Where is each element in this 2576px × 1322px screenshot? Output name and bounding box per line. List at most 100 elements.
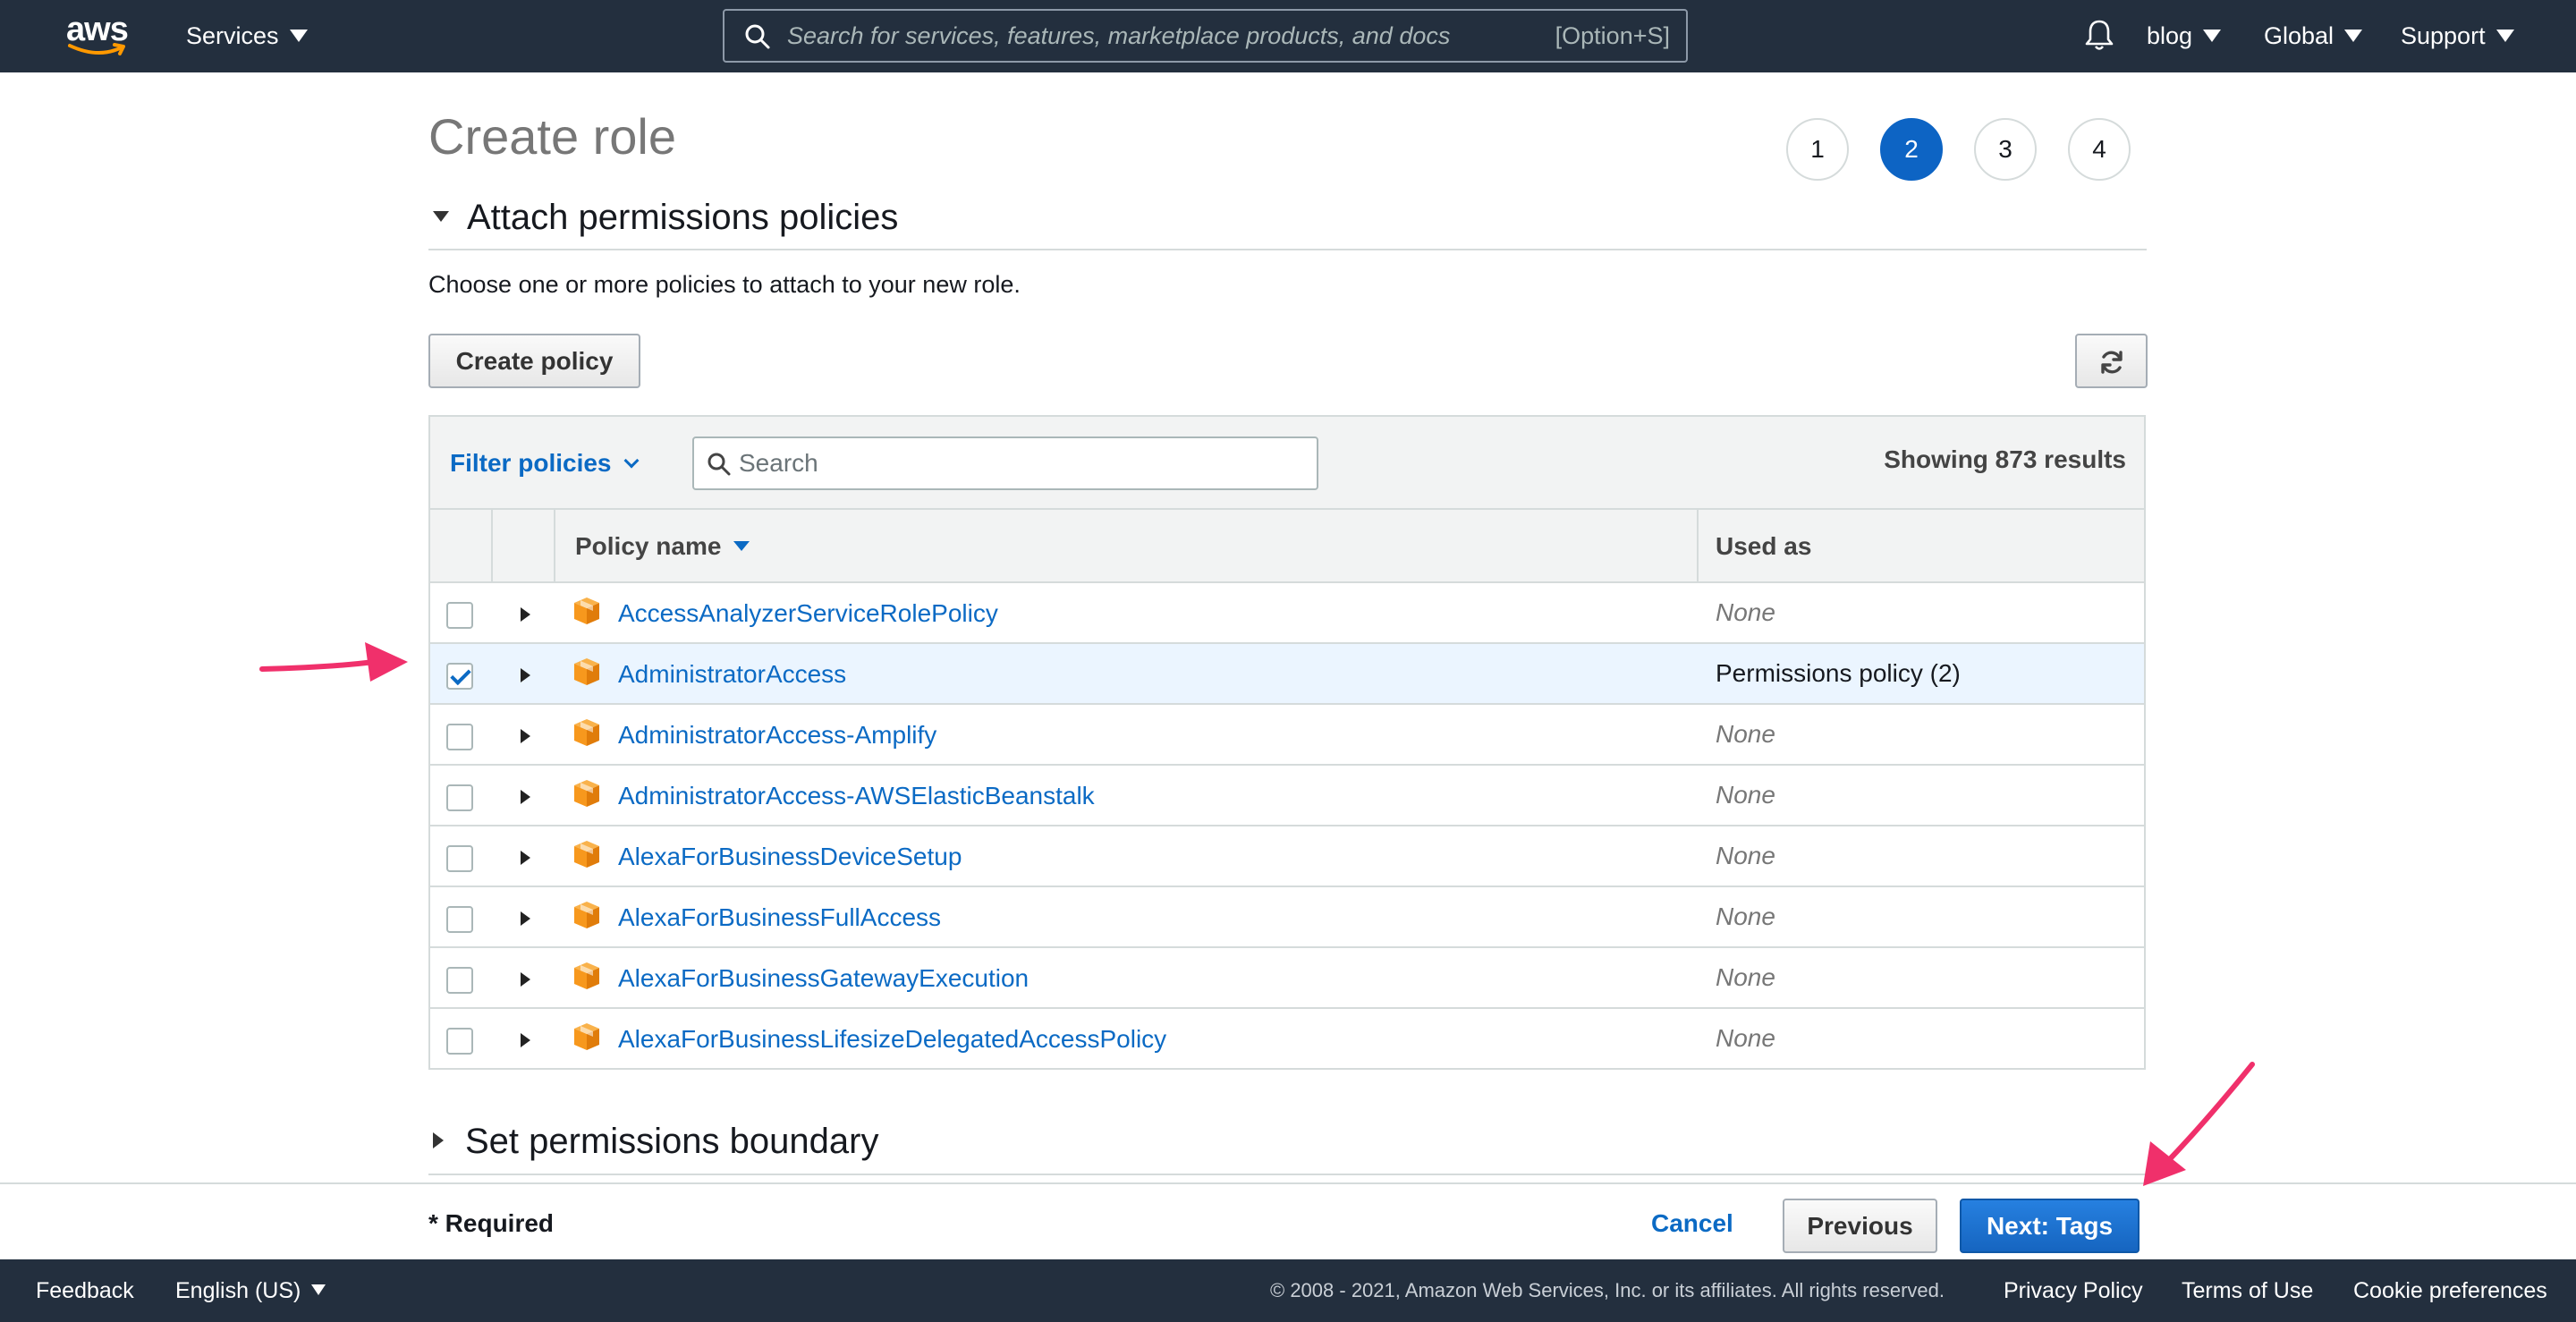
package-icon [574, 658, 599, 685]
column-divider [554, 510, 555, 583]
services-menu[interactable]: Services [186, 0, 308, 72]
support-menu[interactable]: Support [2401, 0, 2514, 72]
policy-name-column-header[interactable]: Policy name [575, 510, 750, 583]
policy-name-link[interactable]: AdministratorAccess-AWSElasticBeanstalk [618, 766, 1095, 826]
global-search-bar[interactable]: Search for services, features, marketpla… [723, 9, 1688, 63]
annotation-arrow-right [2143, 1062, 2255, 1186]
page-title: Create role [428, 108, 677, 165]
region-menu[interactable]: Global [2264, 0, 2363, 72]
used-as-column-header[interactable]: Used as [1716, 510, 1811, 583]
column-divider [491, 510, 493, 583]
wizard-step-3[interactable]: 3 [1974, 118, 2037, 181]
expand-row-icon[interactable] [521, 668, 530, 682]
package-icon [574, 902, 599, 928]
policy-name-link[interactable]: AdministratorAccess-Amplify [618, 705, 936, 766]
package-icon [574, 841, 599, 868]
cookie-preferences-link[interactable]: Cookie preferences [2353, 1259, 2547, 1322]
policy-name-header-label: Policy name [575, 532, 722, 560]
table-row[interactable]: AdministratorAccess-AWSElasticBeanstalk … [430, 766, 2144, 826]
policy-search-box[interactable] [692, 436, 1318, 490]
table-body: AccessAnalyzerServiceRolePolicy None Adm… [430, 583, 2144, 1070]
caret-down-icon [2203, 29, 2222, 42]
filter-policies-dropdown[interactable]: Filter policies [450, 417, 639, 510]
console-footer: Feedback English (US) © 2008 - 2021, Ama… [0, 1259, 2576, 1322]
global-search-placeholder: Search for services, features, marketpla… [787, 22, 1451, 49]
language-selector[interactable]: English (US) [175, 1259, 326, 1322]
refresh-icon [2100, 351, 2123, 374]
attach-policies-description: Choose one or more policies to attach to… [428, 271, 1021, 298]
permissions-boundary-section-toggle[interactable]: Set permissions boundary [433, 1122, 878, 1162]
row-checkbox[interactable] [446, 906, 473, 933]
policy-name-link[interactable]: AccessAnalyzerServiceRolePolicy [618, 583, 998, 644]
used-as-value: None [1716, 598, 1775, 626]
account-label: blog [2147, 22, 2193, 49]
row-checkbox[interactable] [446, 602, 473, 629]
policy-name-link[interactable]: AlexaForBusinessGatewayExecution [618, 948, 1029, 1009]
terms-of-use-link[interactable]: Terms of Use [2182, 1259, 2313, 1322]
account-menu[interactable]: blog [2147, 0, 2222, 72]
policy-name-link[interactable]: AdministratorAccess [618, 644, 846, 705]
package-icon [574, 719, 599, 746]
annotation-arrow-left [259, 642, 408, 682]
wizard-step-1[interactable]: 1 [1786, 118, 1849, 181]
caret-down-icon [289, 29, 308, 42]
package-icon [574, 1023, 599, 1050]
row-checkbox[interactable] [446, 784, 473, 811]
table-row[interactable]: AlexaForBusinessGatewayExecution None [430, 948, 2144, 1009]
expand-row-icon[interactable] [521, 607, 530, 622]
feedback-link[interactable]: Feedback [36, 1259, 134, 1322]
bell-icon[interactable] [2084, 18, 2114, 52]
filter-policies-label: Filter policies [450, 449, 612, 477]
section-divider [428, 1174, 2147, 1175]
wizard-step-4[interactable]: 4 [2068, 118, 2131, 181]
expand-row-icon[interactable] [521, 790, 530, 804]
cancel-link[interactable]: Cancel [1651, 1209, 1733, 1238]
row-checkbox[interactable] [446, 663, 473, 690]
copyright-text: © 2008 - 2021, Amazon Web Services, Inc.… [1270, 1279, 1945, 1301]
expand-row-icon[interactable] [521, 972, 530, 987]
table-row[interactable]: AccessAnalyzerServiceRolePolicy None [430, 583, 2144, 644]
aws-logo[interactable]: aws [66, 13, 129, 59]
attach-policies-heading: Attach permissions policies [467, 198, 899, 237]
used-as-value: None [1716, 1024, 1775, 1052]
search-icon [708, 453, 731, 476]
row-checkbox[interactable] [446, 845, 473, 872]
table-row[interactable]: AlexaForBusinessDeviceSetup None [430, 826, 2144, 887]
caret-down-icon [311, 1284, 326, 1296]
create-policy-button[interactable]: Create policy [428, 334, 640, 388]
used-as-value: None [1716, 842, 1775, 869]
sort-descending-icon [733, 541, 750, 552]
policies-table: Filter policies Showing 873 results Poli… [428, 415, 2146, 1070]
used-as-value: None [1716, 781, 1775, 809]
row-checkbox[interactable] [446, 724, 473, 750]
policy-name-link[interactable]: AlexaForBusinessLifesizeDelegatedAccessP… [618, 1009, 1166, 1070]
policy-name-link[interactable]: AlexaForBusinessFullAccess [618, 887, 941, 948]
expand-row-icon[interactable] [521, 851, 530, 865]
package-icon [574, 780, 599, 807]
table-row[interactable]: AlexaForBusinessFullAccess None [430, 887, 2144, 948]
wizard-step-2[interactable]: 2 [1880, 118, 1943, 181]
expand-row-icon[interactable] [521, 911, 530, 926]
top-navigation-bar: aws Services Search for services, featur… [0, 0, 2576, 72]
expand-row-icon[interactable] [521, 729, 530, 743]
table-row[interactable]: AlexaForBusinessLifesizeDelegatedAccessP… [430, 1009, 2144, 1070]
refresh-button[interactable] [2075, 334, 2148, 388]
attach-policies-section-toggle[interactable]: Attach permissions policies [433, 198, 898, 238]
column-divider [1697, 510, 1699, 583]
previous-button[interactable]: Previous [1783, 1199, 1937, 1253]
services-label: Services [186, 22, 279, 49]
package-icon [574, 962, 599, 989]
expand-row-icon[interactable] [521, 1033, 530, 1047]
table-row[interactable]: AdministratorAccess Permissions policy (… [430, 644, 2144, 705]
row-checkbox[interactable] [446, 1028, 473, 1055]
row-checkbox[interactable] [446, 967, 473, 994]
caret-right-icon [433, 1132, 444, 1149]
table-row[interactable]: AdministratorAccess-Amplify None [430, 705, 2144, 766]
privacy-policy-link[interactable]: Privacy Policy [2004, 1259, 2143, 1322]
results-count: Showing 873 results [1884, 445, 2126, 473]
policy-search-input[interactable] [739, 440, 1275, 487]
policy-name-link[interactable]: AlexaForBusinessDeviceSetup [618, 826, 962, 887]
aws-logo-text: aws [66, 11, 129, 48]
next-tags-button[interactable]: Next: Tags [1960, 1199, 2140, 1253]
table-toolbar: Filter policies Showing 873 results [430, 417, 2144, 510]
